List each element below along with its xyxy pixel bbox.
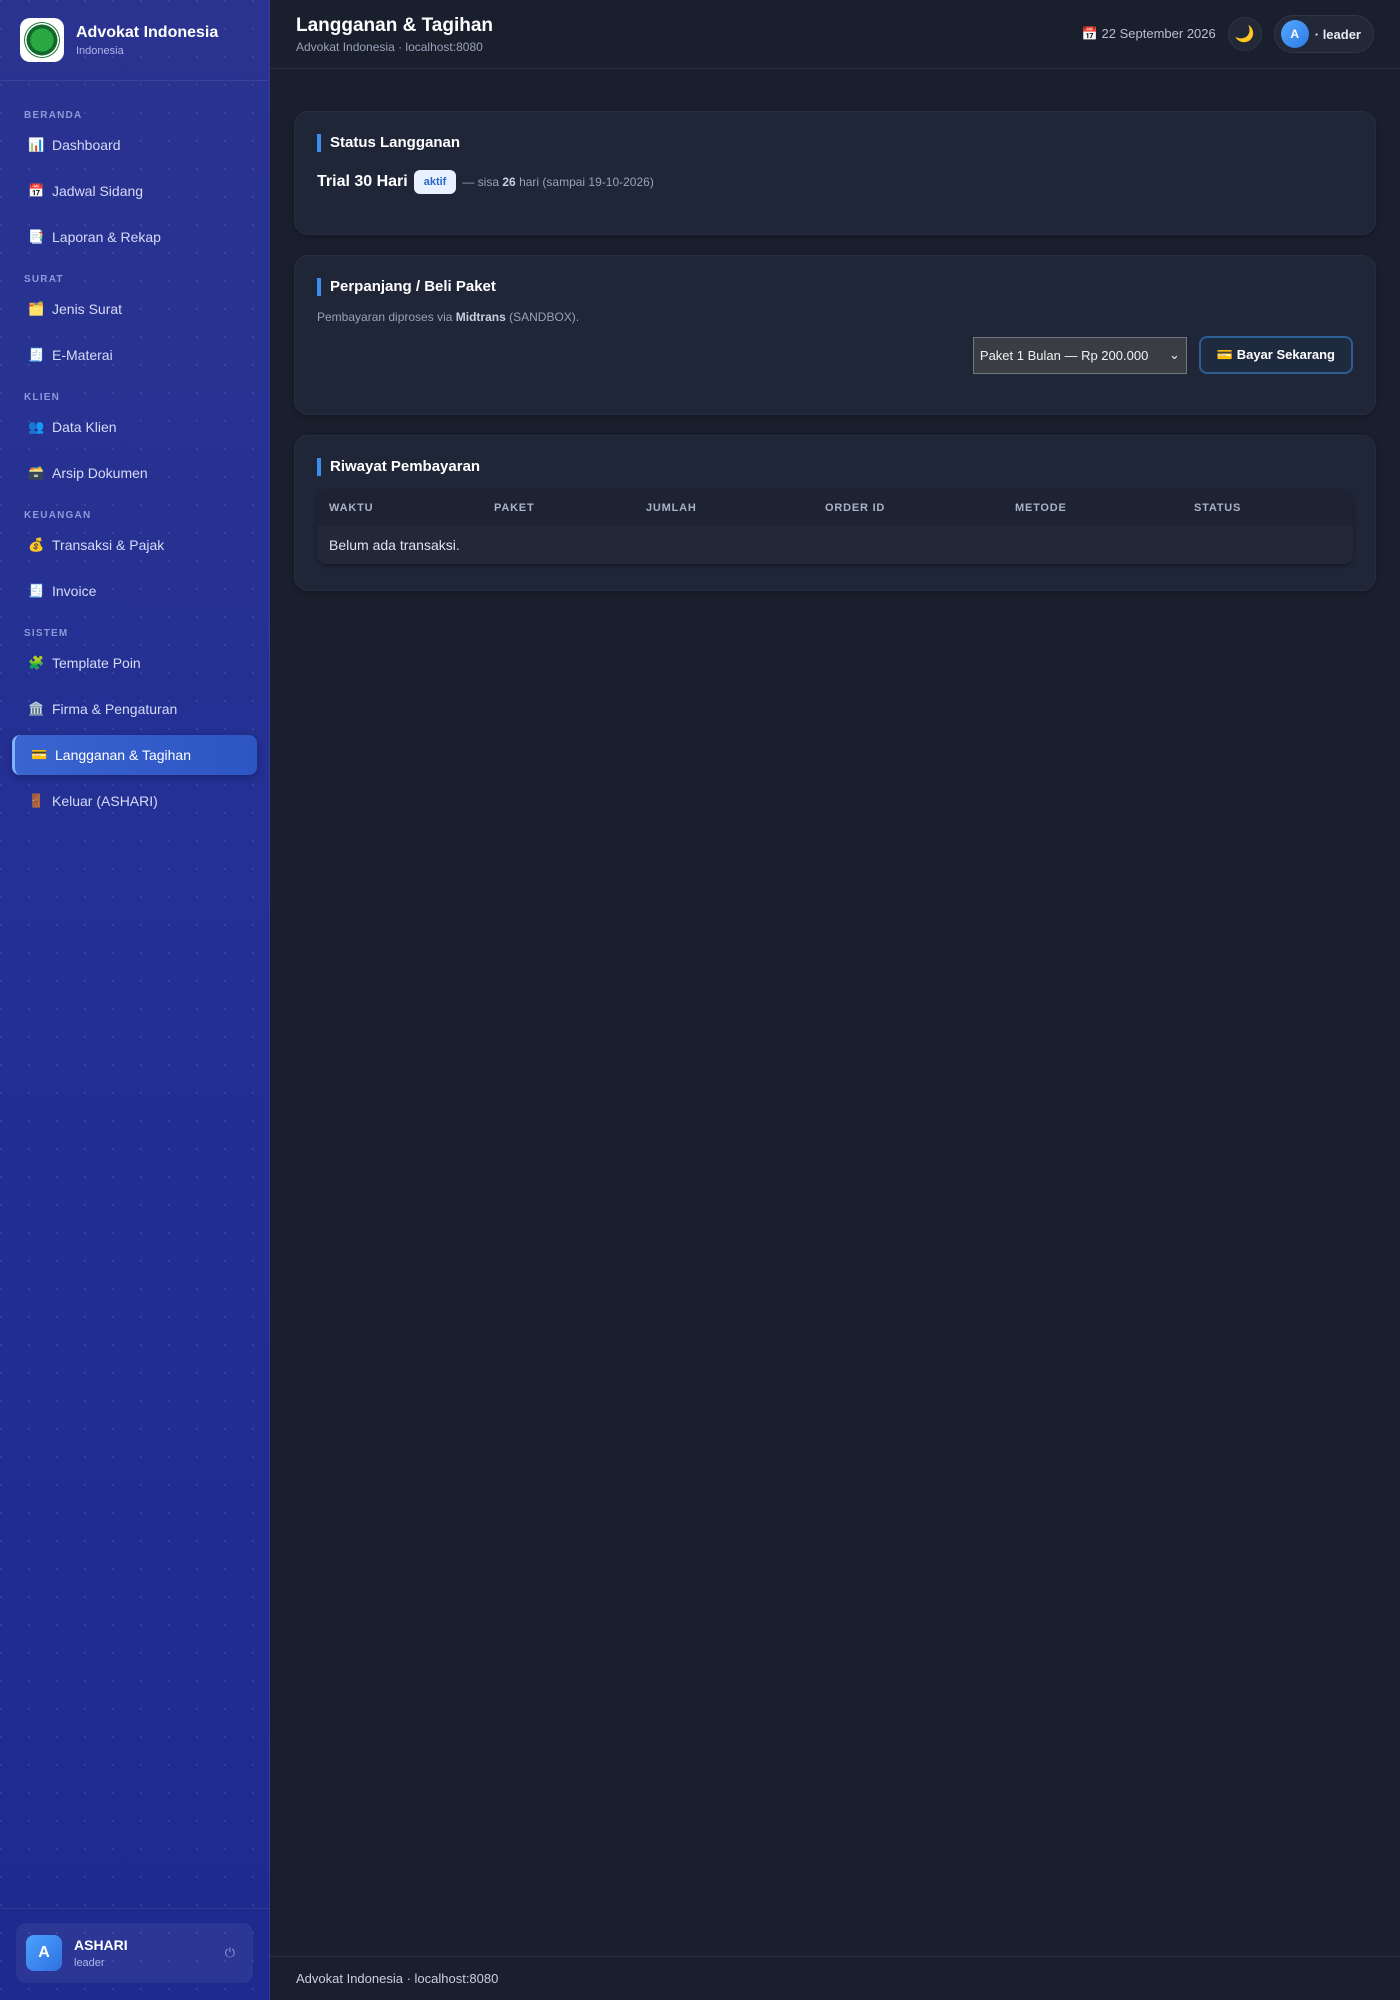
receipt-icon: 🧾 — [28, 347, 45, 362]
remaining-suffix: hari (sampai 19-10-2026) — [519, 175, 654, 189]
sidebar-item-langganan[interactable]: 💳 Langganan & Tagihan — [12, 735, 257, 775]
avatar: A — [26, 1935, 62, 1971]
sidebar-nav: BERANDA 📊 Dashboard 📅 Jadwal Sidang 📑 Lapor… — [0, 81, 269, 821]
nav-section-keuangan: KEUANGAN — [24, 510, 92, 521]
building-icon: 🏛️ — [28, 701, 45, 716]
payment-note-prefix: Pembayaran diproses via — [317, 310, 453, 324]
calendar-icon: 📅 — [28, 183, 45, 198]
payment-note-suffix: (SANDBOX). — [509, 310, 580, 324]
sidebar-item-arsip-dokumen[interactable]: 🗃️ Arsip Dokumen — [12, 453, 257, 493]
user-card[interactable]: A ASHARI leader ⏻ — [16, 1923, 253, 1983]
brand-title: Advokat Indonesia — [76, 23, 219, 41]
chart-icon: 📊 — [28, 137, 45, 152]
sidebar-item-label: Laporan & Rekap — [52, 229, 161, 245]
sidebar-item-label: Dashboard — [52, 137, 121, 153]
card-title: Perpanjang / Beli Paket — [317, 278, 1353, 296]
sidebar-item-label: Transaksi & Pajak — [52, 537, 165, 553]
sidebar-item-transaksi[interactable]: 💰 Transaksi & Pajak — [12, 525, 257, 565]
avatar: A — [1280, 20, 1309, 48]
report-icon: 📑 — [28, 229, 45, 244]
puzzle-icon: 🧩 — [28, 655, 45, 670]
remaining-prefix: — sisa — [462, 175, 500, 189]
sidebar-item-invoice[interactable]: 🧾 Invoice — [12, 571, 257, 611]
plan-name: Trial 30 Hari — [317, 173, 408, 190]
card-title: Status Langganan — [317, 134, 1353, 152]
sidebar-item-label: Firma & Pengaturan — [52, 701, 178, 717]
remaining-days: 26 — [502, 175, 516, 189]
sidebar-item-jadwal-sidang[interactable]: 📅 Jadwal Sidang — [12, 171, 257, 211]
folder-icon: 🗂️ — [28, 301, 45, 316]
power-icon[interactable]: ⏻ — [217, 1945, 243, 1961]
sidebar-item-label: Data Klien — [52, 419, 117, 435]
money-bag-icon: 💰 — [28, 537, 45, 552]
subscription-status-card: Status Langganan Trial 30 Hari aktif — s… — [294, 111, 1376, 235]
current-date: 📅 22 September 2026 — [1081, 26, 1216, 41]
payment-provider: Midtrans — [455, 310, 506, 324]
brand[interactable]: Advokat Indonesia Indonesia — [0, 0, 269, 81]
users-icon: 👥 — [28, 419, 45, 434]
sidebar-item-label: Invoice — [52, 583, 97, 599]
sidebar-item-dashboard[interactable]: 📊 Dashboard — [12, 125, 257, 165]
package-select[interactable]: Paket 1 Bulan — Rp 200.000 ⌄ — [972, 336, 1187, 374]
nav-section-surat: SURAT — [24, 274, 64, 285]
invoice-icon: 🧾 — [28, 583, 45, 598]
chevron-down-icon: ⌄ — [1169, 347, 1180, 362]
sidebar-item-keluar[interactable]: 🚪 Keluar (ASHARI) — [12, 781, 257, 821]
payment-note: Pembayaran diproses via Midtrans (SANDBO… — [317, 310, 1353, 324]
column-header-paket[interactable]: PAKET — [482, 502, 634, 514]
table-header: WAKTU PAKET JUMLAH ORDER ID METODE STATU… — [317, 490, 1353, 526]
card-title: Riwayat Pembayaran — [317, 458, 1353, 476]
nav-section-beranda: BERANDA — [24, 110, 83, 121]
sidebar-footer: A ASHARI leader ⏻ — [0, 1908, 269, 2000]
sidebar-item-template-poin[interactable]: 🧩 Template Poin — [12, 643, 257, 683]
brand-logo — [20, 18, 64, 62]
door-icon: 🚪 — [28, 793, 45, 808]
column-header-order-id[interactable]: ORDER ID — [813, 502, 1003, 514]
profile-menu-button[interactable]: A · leader — [1273, 15, 1374, 53]
credit-card-icon: 💳 — [31, 747, 48, 762]
sidebar: Advokat Indonesia Indonesia BERANDA 📊 Das… — [0, 0, 270, 2000]
nav-section-sistem: SISTEM — [24, 628, 69, 639]
pay-now-button[interactable]: 💳 Bayar Sekarang — [1198, 336, 1353, 374]
profile-role-label: · leader — [1314, 26, 1361, 42]
status-badge: aktif — [413, 170, 457, 194]
sidebar-item-label: Template Poin — [52, 655, 141, 671]
sidebar-item-label: E-Materai — [52, 347, 113, 363]
sidebar-item-data-klien[interactable]: 👥 Data Klien — [12, 407, 257, 447]
theme-toggle-button[interactable]: 🌙 — [1227, 17, 1262, 51]
user-name: ASHARI — [74, 1937, 128, 1953]
column-header-jumlah[interactable]: JUMLAH — [634, 502, 813, 514]
sidebar-item-firma[interactable]: 🏛️ Firma & Pengaturan — [12, 689, 257, 729]
sidebar-item-e-materai[interactable]: 🧾 E-Materai — [12, 335, 257, 375]
page-subtitle: Advokat Indonesia · localhost:8080 — [296, 39, 483, 54]
payment-history-table: WAKTU PAKET JUMLAH ORDER ID METODE STATU… — [317, 490, 1353, 564]
payment-history-card: Riwayat Pembayaran WAKTU PAKET JUMLAH OR… — [294, 435, 1376, 591]
column-header-waktu[interactable]: WAKTU — [317, 502, 482, 514]
user-role: leader — [74, 1957, 105, 1969]
renew-plan-card: Perpanjang / Beli Paket Pembayaran dipro… — [294, 255, 1376, 415]
sidebar-item-jenis-surat[interactable]: 🗂️ Jenis Surat — [12, 289, 257, 329]
moon-icon: 🌙 — [1234, 26, 1255, 43]
topbar: Langganan & Tagihan Advokat Indonesia · … — [270, 0, 1400, 69]
main-content: Status Langganan Trial 30 Hari aktif — s… — [294, 111, 1376, 611]
sidebar-item-laporan[interactable]: 📑 Laporan & Rekap — [12, 217, 257, 257]
sidebar-item-label: Jenis Surat — [52, 301, 123, 317]
remaining-days-text: — sisa 26 hari (sampai 19-10-2026) — [462, 175, 653, 189]
sidebar-item-label: Arsip Dokumen — [52, 465, 148, 481]
sidebar-item-label: Keluar (ASHARI) — [52, 793, 158, 809]
page-title: Langganan & Tagihan — [296, 14, 494, 36]
column-header-metode[interactable]: METODE — [1003, 502, 1182, 514]
column-header-status[interactable]: STATUS — [1182, 502, 1352, 514]
archive-icon: 🗃️ — [28, 465, 45, 480]
package-select-value: Paket 1 Bulan — Rp 200.000 — [979, 347, 1149, 363]
nav-section-klien: KLIEN — [24, 392, 60, 403]
sidebar-item-label: Langganan & Tagihan — [55, 747, 191, 763]
page-footer: Advokat Indonesia · localhost:8080 — [270, 1956, 1400, 2000]
brand-subtitle: Indonesia — [76, 44, 124, 57]
empty-state-row: Belum ada transaksi. — [317, 526, 1353, 564]
sidebar-item-label: Jadwal Sidang — [52, 183, 144, 199]
